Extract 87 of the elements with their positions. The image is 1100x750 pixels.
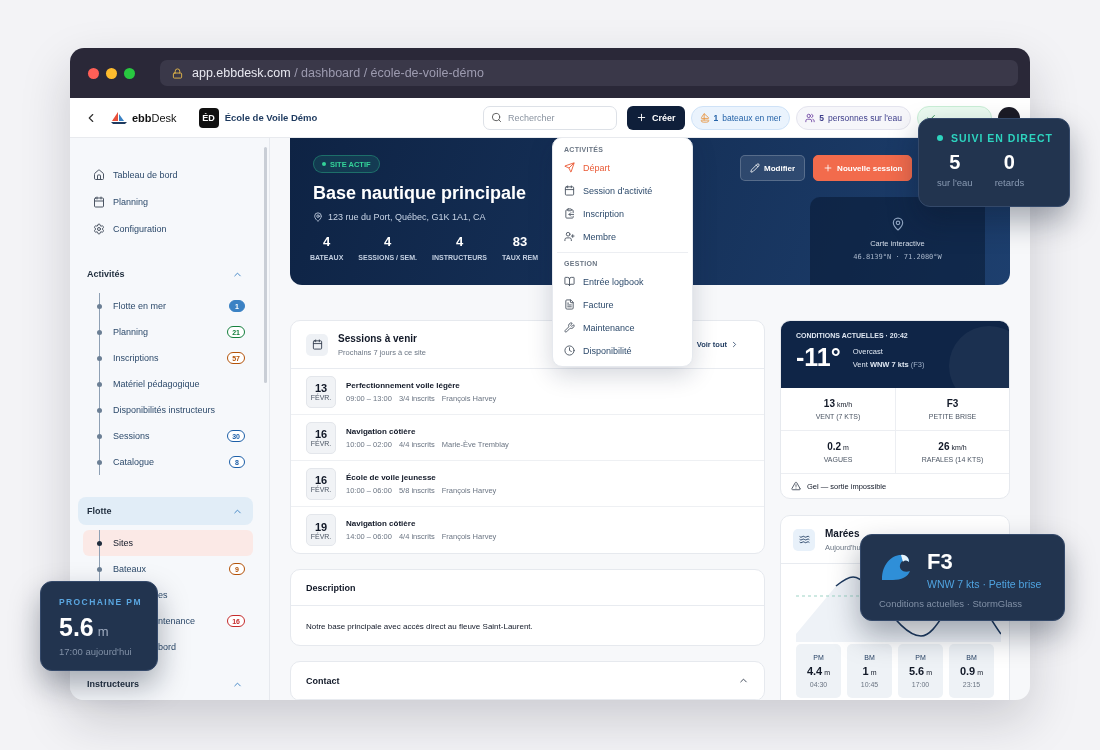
menu-item[interactable]: Membre — [553, 225, 692, 248]
wind-force: F3 — [927, 549, 954, 575]
book-icon — [564, 276, 575, 287]
next-tide-title: PROCHAINE PM — [58, 596, 143, 607]
chevron-icon — [730, 340, 739, 349]
status-pill[interactable]: 5 personnes sur l'eau — [796, 105, 911, 130]
sidebar-section-header[interactable]: Flotte — [78, 497, 253, 525]
sidebar-item[interactable]: Disponibilités instructeurs — [83, 397, 253, 423]
clock-icon — [564, 345, 575, 356]
home-icon — [93, 168, 105, 181]
search-field[interactable]: Rechercher — [483, 105, 617, 130]
close-dot[interactable] — [88, 67, 99, 79]
menu-item[interactable]: Inscription — [553, 202, 692, 225]
site-address: 123 rue du Port, Québec, G1K 1A1, CA — [328, 212, 486, 222]
sailboat-icon — [699, 112, 710, 123]
stat-value: 4 — [323, 234, 331, 249]
live-label: sur l'eau — [937, 177, 973, 188]
session-title: École de voile jeunesse — [346, 472, 437, 482]
menu-item[interactable]: Disponibilité — [553, 339, 692, 362]
description-text: Notre base principale avec accès direct au fleuve Saint-Laurent. — [305, 621, 534, 633]
scrollbar-thumb[interactable] — [264, 147, 267, 383]
menu-item[interactable]: Facture — [553, 293, 692, 316]
search-icon — [491, 111, 502, 123]
org-name[interactable]: École de Voile Démo — [224, 112, 318, 123]
session-title: Perfectionnement voile légère — [346, 380, 461, 390]
pin-icon — [313, 212, 323, 222]
document-icon — [564, 299, 575, 310]
next-tide-time: 17:00 aujourd'hui — [58, 645, 133, 657]
sidebar-link[interactable]: Planning — [78, 188, 253, 215]
create-button[interactable]: Créer — [627, 105, 685, 130]
metric-value: F3 — [946, 398, 959, 409]
clipboard-icon — [564, 208, 575, 219]
org-avatar: ÉD — [198, 107, 219, 128]
card-title: Description — [306, 582, 357, 593]
pin-icon — [890, 217, 905, 231]
sidebar-link[interactable]: Tableau de bord — [78, 161, 253, 188]
temperature: -11° — [796, 343, 841, 372]
maximize-dot[interactable] — [124, 67, 135, 79]
sidebar-item[interactable]: Matériel pédagogique — [83, 371, 253, 397]
next-tide-height: 5.6 m — [58, 612, 110, 642]
pencil-icon — [750, 163, 760, 173]
settings-icon — [93, 222, 105, 235]
wind-detail: WNW 7 kts · Petite brise — [927, 578, 1042, 590]
calendar-icon — [93, 195, 105, 208]
wrench-icon — [564, 322, 575, 333]
people-icon — [805, 112, 816, 123]
warning-icon — [791, 481, 801, 491]
date-day: 16 — [314, 474, 328, 486]
live-label: retards — [994, 177, 1025, 188]
address-bar[interactable]: app.ebbdesk.com / dashboard / école-de-voile-démo — [160, 60, 1018, 86]
status-pill[interactable]: 1 bateaux en mer — [690, 105, 791, 130]
calendar-icon — [564, 185, 575, 196]
stat-value: 83 — [512, 234, 528, 249]
date-day: 16 — [314, 428, 328, 440]
sailboat-logo-icon — [110, 110, 128, 125]
sidebar-item[interactable]: Sites — [83, 530, 253, 556]
edit-button[interactable]: Modifier — [740, 155, 806, 181]
session-title: Navigation côtière — [346, 426, 417, 436]
menu-item[interactable]: Session d'activité — [553, 179, 692, 202]
card-title: Contact — [306, 675, 341, 686]
minimize-dot[interactable] — [106, 67, 117, 79]
live-value: 5 — [949, 151, 961, 174]
logo-text: ebbDesk — [132, 111, 177, 124]
site-title: Base nautique principale — [313, 183, 528, 204]
plus-icon — [636, 112, 647, 123]
sidebar-link[interactable]: Configuration — [78, 215, 253, 242]
menu-item[interactable]: Maintenance — [553, 316, 692, 339]
send-icon — [564, 162, 575, 173]
calendar-icon — [306, 333, 328, 356]
date-day: 13 — [314, 382, 328, 394]
lock-icon — [172, 67, 183, 79]
data-source: Conditions actuelles · StormGlass — [878, 597, 1024, 609]
date-day: 19 — [314, 520, 328, 533]
plus-icon — [823, 163, 834, 173]
waves-icon — [793, 528, 815, 551]
sidebar-section-header[interactable]: Activités — [78, 260, 253, 288]
stat-value: 4 — [455, 234, 464, 249]
stat-value: 4 — [384, 234, 392, 249]
card-title: Sessions à venir — [338, 332, 417, 344]
live-title: SUIVI EN DIRECT — [919, 119, 1069, 144]
card-title: Marées — [825, 527, 860, 539]
live-value: 0 — [1003, 151, 1015, 174]
menu-item[interactable]: Entrée logbook — [553, 270, 692, 293]
session-title: Navigation côtière — [346, 519, 417, 528]
sidebar-section-header[interactable]: Instructeurs — [78, 670, 253, 698]
user-plus-icon — [564, 231, 575, 242]
menu-item[interactable]: Départ — [553, 156, 692, 179]
